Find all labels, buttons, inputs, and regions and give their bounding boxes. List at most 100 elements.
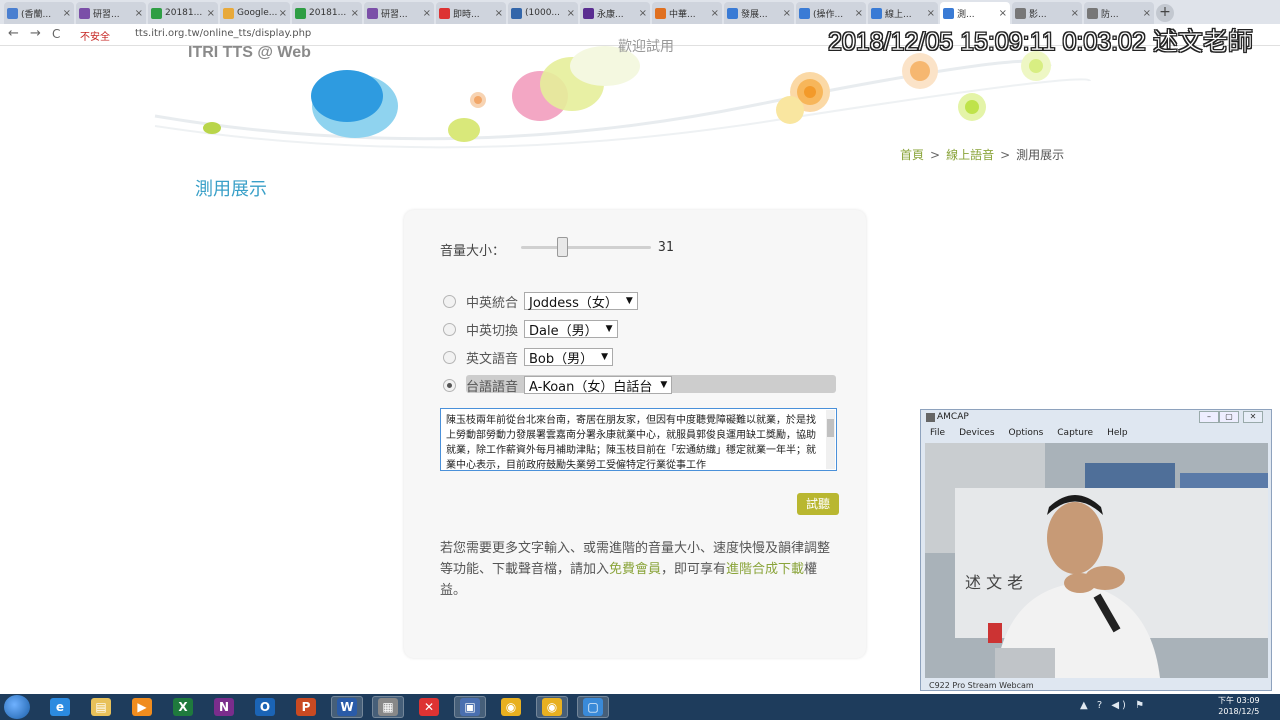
chrome-alt-icon[interactable]: ◉ [536,696,568,718]
tab-close-icon[interactable]: × [711,8,719,19]
browser-tab[interactable]: 測... × [940,2,1010,24]
menu-capture[interactable]: Capture [1057,428,1093,442]
browser-tab[interactable]: 影... × [1012,2,1082,24]
browser-tab[interactable]: Google... × [220,2,290,24]
browser-tab[interactable]: 即時... × [436,2,506,24]
listen-button[interactable]: 試聽 [797,493,839,515]
explorer-icon[interactable]: ▤ [85,696,117,718]
browser-tab[interactable]: 發展... × [724,2,794,24]
remote-icon[interactable]: ▢ [577,696,609,718]
voice-label: 台語語音 [466,379,519,395]
tab-close-icon[interactable]: × [639,8,647,19]
voice-radio-switch[interactable] [443,322,456,336]
volume-label: 音量大小： [440,244,506,259]
system-tray[interactable]: ▲ ? ◀) ⚑ [1080,700,1147,711]
voice-label: 中英切換 [466,323,519,339]
breadcrumb-online-voice[interactable]: 線上語音 [946,148,994,162]
start-button[interactable] [4,695,30,719]
tab-close-icon[interactable]: × [999,8,1007,19]
browser-tab[interactable]: 20181... × [148,2,218,24]
free-member-link[interactable]: 免費會員 [609,562,661,577]
taskbar-app-glyph: ▤ [91,698,111,716]
voice-row-taiwanese[interactable]: 台語語音 A-Koan（女）白話台 ▼ [443,374,673,396]
browser-tab[interactable]: 20181... × [292,2,362,24]
url-field[interactable]: tts.itri.org.tw/online_tts/display.php [135,28,311,39]
tab-close-icon[interactable]: × [423,8,431,19]
browser-tab[interactable]: (1000... × [508,2,578,24]
tab-close-icon[interactable]: × [495,8,503,19]
voice-row-mixed[interactable]: 中英統合 Joddess（女） ▼ [443,290,638,312]
system-clock[interactable]: 下午 03:09 2018/12/5 [1218,695,1260,717]
browser-tab[interactable]: 防... × [1084,2,1154,24]
forward-icon[interactable]: → [30,26,41,41]
taskbar-app-glyph: ▢ [583,698,603,716]
reload-icon[interactable]: C [52,27,60,41]
breadcrumb-home[interactable]: 首頁 [900,148,924,162]
browser-tab[interactable]: (操作... × [796,2,866,24]
amcap-window[interactable]: AMCAP – ▢ ✕ File Devices Options Capture… [920,409,1272,691]
advanced-synthesis-link[interactable]: 進階合成下載 [726,562,804,577]
volume-slider-thumb[interactable] [557,237,568,257]
ie-icon[interactable]: e [44,696,76,718]
menu-options[interactable]: Options [1009,428,1044,442]
tab-close-icon[interactable]: × [207,8,215,19]
save-icon[interactable]: ▣ [454,696,486,718]
excel-icon[interactable]: X [167,696,199,718]
voice-radio-english[interactable] [443,350,456,364]
menu-file[interactable]: File [930,428,945,442]
voice-select-mixed[interactable]: Joddess（女） ▼ [524,292,638,311]
tab-favicon-icon [439,7,450,19]
new-tab-button[interactable]: + [1156,4,1174,22]
tab-favicon-icon [7,7,18,19]
browser-tab[interactable]: 研習... × [76,2,146,24]
onenote-icon[interactable]: N [208,696,240,718]
voice-row-switch[interactable]: 中英切換 Dale（男） ▼ [443,318,618,340]
voice-radio-mixed[interactable] [443,294,456,308]
volume-value: 31 [658,240,674,255]
back-icon[interactable]: ← [8,26,19,41]
browser-tab[interactable]: 中華... × [652,2,722,24]
browser-tab[interactable]: 研習... × [364,2,434,24]
voice-radio-taiwanese[interactable] [443,378,456,392]
voice-select-english[interactable]: Bob（男） ▼ [524,348,614,367]
tab-close-icon[interactable]: × [351,8,359,19]
breadcrumb-current: 測用展示 [1016,148,1065,162]
tab-favicon-icon [151,7,162,19]
tab-close-icon[interactable]: × [567,8,575,19]
browser-tab[interactable]: 永康... × [580,2,650,24]
tab-close-icon[interactable]: × [63,8,71,19]
tab-close-icon[interactable]: × [855,8,863,19]
security-warning[interactable]: 不安全 [80,28,110,43]
chrome-icon[interactable]: ◉ [495,696,527,718]
menu-help[interactable]: Help [1107,428,1128,442]
outlook-icon[interactable]: O [249,696,281,718]
banner-bubbles-graphic [154,46,1091,149]
voice-row-english[interactable]: 英文語音 Bob（男） ▼ [443,346,614,368]
menu-devices[interactable]: Devices [959,428,994,442]
powerpoint-icon[interactable]: P [290,696,322,718]
xmind-icon[interactable]: ✕ [413,696,445,718]
tab-close-icon[interactable]: × [1143,8,1151,19]
browser-tab[interactable]: 線上... × [868,2,938,24]
word-icon[interactable]: W [331,696,363,718]
minimize-button[interactable]: – [1199,411,1219,423]
tab-close-icon[interactable]: × [783,8,791,19]
tab-close-icon[interactable]: × [135,8,143,19]
site-logo[interactable]: ITRI TTS @ Web [188,44,311,62]
volume-slider-track[interactable] [521,246,651,249]
voice-select-value: Bob（男） [529,351,594,367]
browser-tab[interactable]: (香蘭... × [4,2,74,24]
maximize-button[interactable]: ▢ [1219,411,1239,423]
media-player-icon[interactable]: ▶ [126,696,158,718]
close-button[interactable]: ✕ [1243,411,1263,423]
app-icon[interactable]: ▦ [372,696,404,718]
tab-close-icon[interactable]: × [279,8,287,19]
tab-label: Google... [237,8,277,18]
tts-text-input[interactable]: 陳玉枝兩年前從台北來台南，寄居在朋友家，但因有中度聽覺障礙難以就業，於是找上勞動… [440,408,837,471]
voice-select-taiwanese[interactable]: A-Koan（女）白話台 ▼ [524,376,673,395]
textarea-scrollbar-thumb[interactable] [827,419,834,437]
voice-select-switch[interactable]: Dale（男） ▼ [524,320,618,339]
voice-select-value: Dale（男） [529,323,598,339]
tab-close-icon[interactable]: × [1071,8,1079,19]
tab-close-icon[interactable]: × [927,8,935,19]
